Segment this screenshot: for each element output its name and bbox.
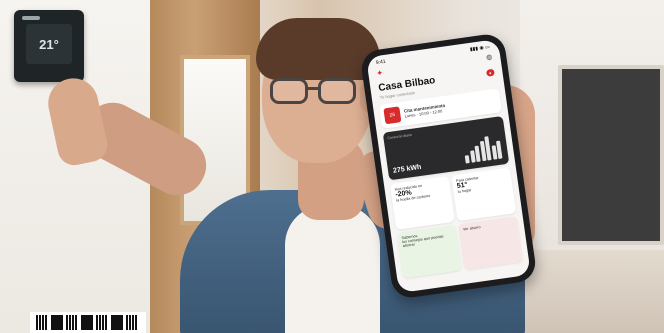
tips-tile[interactable]: Sabemos los consejos que puedas ahorrar — [396, 224, 462, 279]
television — [558, 65, 664, 245]
white-tshirt — [285, 205, 380, 333]
notification-badge[interactable]: ● — [485, 68, 495, 77]
energy-bar — [464, 155, 470, 164]
phone-screen: 9:41 ▮▮▮ ◉ ▭ ✦ ◍ Casa Bilbao ● Tu hogar … — [366, 38, 531, 294]
glasses-lens-left — [270, 78, 308, 104]
qr-block — [126, 315, 138, 330]
qr-block — [96, 315, 108, 330]
temperature-tile[interactable]: Para calentar 51° tu hogar — [451, 167, 517, 222]
profile-icon[interactable]: ◍ — [486, 53, 493, 63]
brand-logo-icon: ✦ — [375, 68, 384, 79]
tiles-grid: Has reducido en -20% la huella de carbon… — [389, 167, 524, 279]
thermostat-display: 21° — [26, 24, 72, 64]
qr-block — [36, 315, 48, 330]
qr-block — [111, 315, 123, 330]
carbon-tile[interactable]: Has reducido en -20% la huella de carbon… — [389, 176, 455, 230]
qr-block — [81, 315, 93, 330]
energy-bar — [474, 145, 481, 163]
calendar-icon: 26 — [383, 106, 402, 125]
energy-bar — [496, 140, 503, 159]
qr-code — [30, 312, 146, 333]
energy-value: 275 kWh — [392, 163, 422, 175]
qr-block — [66, 315, 78, 330]
thermostat-led — [22, 16, 40, 20]
savings-tile[interactable]: Ver ahorro — [458, 216, 524, 270]
glasses — [270, 78, 360, 106]
glasses-lens-right — [318, 78, 356, 104]
tile-title: Ver ahorro — [462, 225, 481, 232]
qr-block — [51, 315, 63, 330]
appointment-text: Cita mantenimiento Lunes · 10:00 - 12:00 — [404, 103, 447, 119]
lifestyle-photo: 21° 9:41 ▮▮▮ ◉ ▭ ✦ ◍ Casa Bilbao ● Tu ho… — [0, 0, 664, 333]
wall-thermostat: 21° — [14, 10, 84, 82]
energy-bars — [462, 135, 503, 164]
